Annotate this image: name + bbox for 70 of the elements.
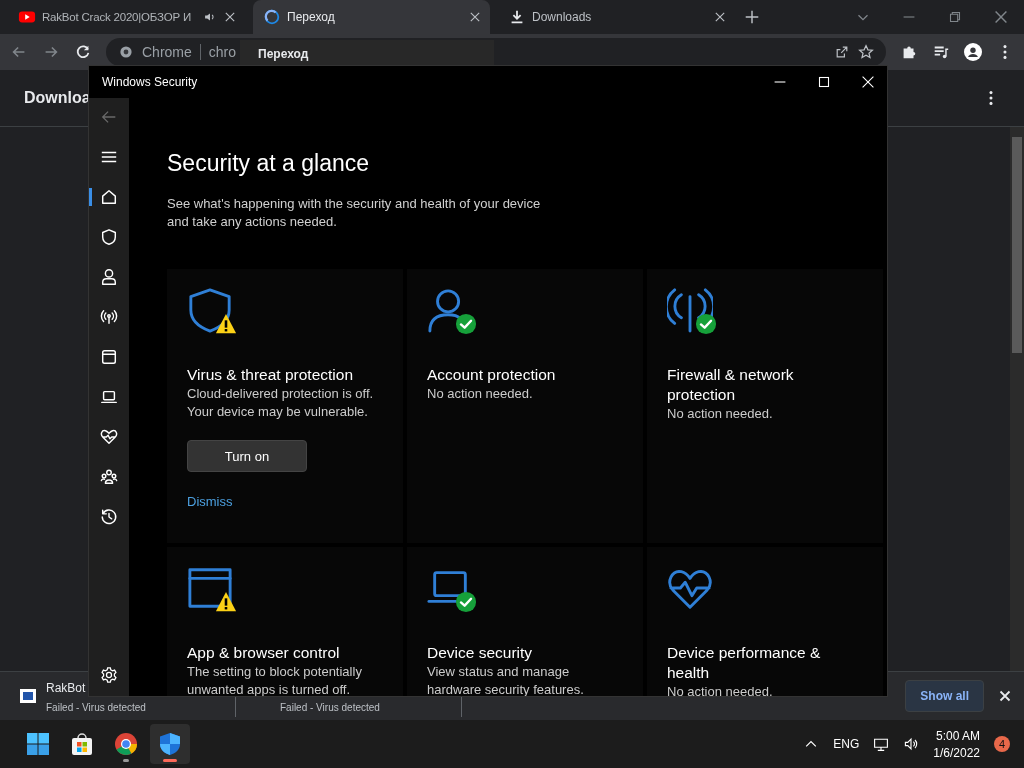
person-icon [100,268,118,286]
card-title: Account protection [427,365,557,385]
file-icon [18,686,38,706]
star-icon[interactable] [858,44,874,60]
reload-icon[interactable] [74,43,92,61]
site-label: Chrome [142,44,192,60]
close-icon[interactable] [223,10,237,24]
url-text: chro [208,44,237,60]
card-description: No action needed. [667,683,774,696]
heart-pulse-icon [100,428,118,446]
home-icon [100,188,118,206]
start-icon [26,732,50,756]
tooltip: Переход [240,40,494,66]
window-title: Windows Security [102,75,198,89]
profile-icon[interactable] [964,43,982,61]
intro-text: See what's happening with the security and health of your device and take any actions needed. [167,195,542,231]
card-description: Cloud-delivered protection is off. Your device may be vulnerable. [187,385,375,421]
shield-icon [187,287,233,333]
shield-icon [158,732,182,756]
browser-window-icon [100,348,118,366]
card-description: No action needed. [667,405,774,423]
family-icon [100,468,118,486]
share-icon[interactable] [834,44,850,60]
card-description: The setting to block potentially unwanted apps is turned off. [187,663,363,696]
page-title: Downloa [24,89,91,107]
page-heading: Security at a glance [167,150,370,177]
download-status: Failed - Virus detected [46,702,146,713]
card-title: Firewall & network protection [667,365,795,405]
speaker-icon[interactable] [903,736,920,752]
settings-icon[interactable] [100,666,118,684]
scrollbar[interactable] [1010,127,1024,671]
card-description: No action needed. [427,385,534,403]
scrollbar-thumb[interactable] [1012,137,1022,353]
card-description: View status and manage hardware security features. [427,663,585,696]
card-title: Virus & threat protection [187,365,354,385]
browser-tab[interactable]: RakBot Crack 2020|ОБЗОР И [8,0,245,34]
card-title: App & browser control [187,643,341,663]
card-title: Device performance & health [667,643,822,683]
tab-title: Переход [287,10,336,24]
shield-icon [100,228,118,246]
browser-tab[interactable]: Downloads [498,0,735,34]
dismiss-link[interactable]: Dismiss [187,494,233,509]
file-name: RakBot [46,681,87,695]
shopping-bag-icon [70,732,94,756]
running-indicator [163,759,177,762]
tab-title: RakBot Crack 2020|ОБЗОР И [42,11,192,23]
clock-date[interactable]: 1/6/2022 [933,745,980,760]
close-icon[interactable] [468,10,482,24]
antenna-icon [667,287,713,333]
download-status: Failed - Virus detected [280,702,380,713]
running-indicator [123,759,129,762]
turn-on-button[interactable]: Turn on [187,440,307,472]
laptop-icon [100,388,118,406]
notification-badge[interactable]: 4 [994,736,1010,752]
clock-time[interactable]: 5:00 AM [935,728,980,743]
card-title: Device security [427,643,534,663]
browser-window-icon [187,565,233,611]
network-icon[interactable] [873,736,890,752]
new-tab-icon[interactable] [743,8,761,26]
show-all-button[interactable]: Show all [905,680,984,712]
tab-title: Downloads [532,10,593,24]
back-icon[interactable] [100,108,118,126]
close-icon[interactable] [713,10,727,24]
chrome-icon [114,732,138,756]
antenna-icon [100,308,118,326]
language-indicator[interactable]: ENG [833,737,860,751]
browser-tab[interactable]: Переход [253,0,490,34]
taskbar-app[interactable] [150,724,190,764]
loading-spinner-icon [263,8,281,26]
history-icon [100,508,118,526]
